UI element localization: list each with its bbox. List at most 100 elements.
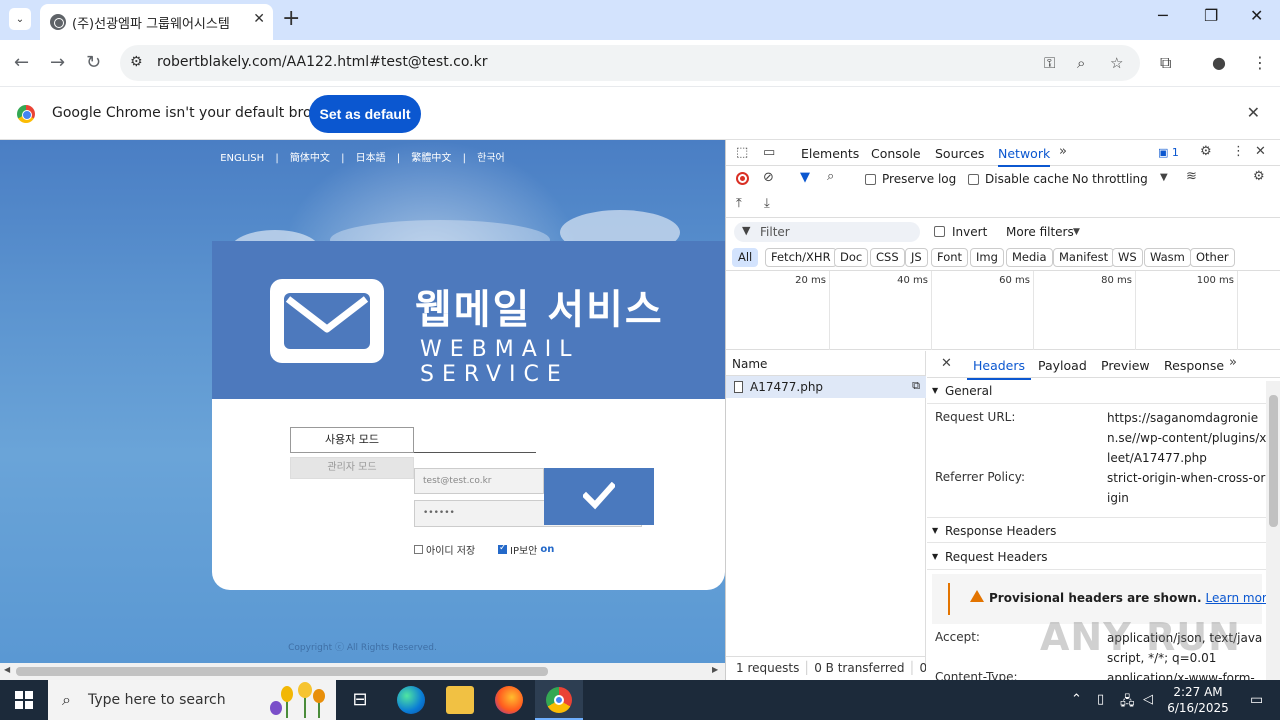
devtools-close-icon[interactable]: ✕ — [1255, 144, 1266, 159]
tray-overflow-icon[interactable]: ⌃ — [1071, 692, 1082, 707]
throttling-select[interactable]: No throttling — [1072, 172, 1148, 186]
filter-css[interactable]: CSS — [870, 248, 905, 267]
tab-response[interactable]: Response — [1164, 358, 1224, 373]
details-scrollbar[interactable] — [1266, 381, 1280, 680]
export-har-icon[interactable]: ⤓ — [764, 196, 770, 211]
tab-console[interactable]: Console — [871, 146, 921, 161]
tab-close-icon[interactable]: ✕ — [253, 11, 265, 27]
task-view-icon[interactable]: ⊟ — [346, 686, 374, 714]
request-name[interactable]: A17477.php — [750, 380, 823, 394]
bookmark-star-icon[interactable]: ☆ — [1110, 54, 1123, 72]
checkbox-unchecked[interactable] — [414, 545, 423, 554]
devtools-menu-icon[interactable]: ⋮ — [1232, 144, 1245, 159]
windows-start-icon[interactable] — [15, 691, 33, 709]
menu-kebab-icon[interactable]: ⋮ — [1252, 53, 1268, 72]
taskbar-search[interactable]: ⌕ Type here to search — [48, 680, 336, 720]
learn-more-link[interactable]: Learn more — [1206, 591, 1274, 605]
network-icon[interactable]: 🖧 — [1120, 692, 1135, 714]
details-scrollbar-thumb[interactable] — [1269, 395, 1278, 527]
network-timeline[interactable]: 20 ms 40 ms 60 ms 80 ms 100 ms — [726, 271, 1280, 350]
admin-mode-tab[interactable]: 관리자 모드 — [290, 457, 414, 479]
preserve-log-checkbox[interactable] — [865, 174, 876, 185]
throttling-dropdown-icon[interactable]: ▼ — [1160, 172, 1168, 183]
chrome-taskbar-button[interactable] — [535, 680, 583, 720]
filter-all[interactable]: All — [732, 248, 759, 267]
tab-headers[interactable]: Headers — [966, 358, 1032, 380]
horizontal-scrollbar[interactable]: ◀ ▶ — [0, 663, 725, 680]
inspect-element-icon[interactable]: ⬚ — [736, 145, 748, 160]
password-key-icon[interactable]: ⚿ — [1044, 54, 1055, 72]
network-settings-icon[interactable]: ⚙ — [1253, 169, 1265, 184]
filter-funnel-icon[interactable]: ▼ — [800, 170, 810, 185]
filter-input[interactable]: Filter — [734, 222, 920, 242]
zoom-icon[interactable]: ⌕ — [1077, 54, 1085, 72]
infobar-close-icon[interactable]: ✕ — [1247, 103, 1260, 122]
lang-traditional-chinese[interactable]: 繁體中文 — [411, 153, 451, 164]
record-stop-icon[interactable] — [736, 172, 749, 185]
tray-device-icon[interactable]: ▯ — [1097, 692, 1104, 707]
edge-browser-icon[interactable] — [397, 686, 425, 714]
lang-korean[interactable]: 한국어 — [477, 153, 505, 164]
firefox-icon[interactable] — [495, 686, 523, 714]
reload-button[interactable]: ↻ — [86, 52, 101, 73]
section-general[interactable]: General — [927, 378, 1267, 404]
browser-tab[interactable]: (주)선광엠파 그룹웨어시스템 ✕ — [40, 4, 273, 40]
filter-other[interactable]: Other — [1190, 248, 1235, 267]
ip-security-checkbox[interactable]: IP보안 on — [498, 542, 554, 557]
filter-media[interactable]: Media — [1006, 248, 1053, 267]
more-filters-dropdown-icon[interactable]: ▼ — [1073, 227, 1080, 237]
new-tab-button[interactable]: + — [282, 8, 300, 30]
search-icon[interactable]: ⌕ — [827, 169, 834, 184]
save-id-checkbox[interactable]: 아이디 저장 — [414, 542, 475, 557]
scrollbar-thumb[interactable] — [16, 667, 548, 676]
login-submit-button[interactable] — [544, 468, 654, 525]
filter-wasm[interactable]: Wasm — [1144, 248, 1191, 267]
filter-manifest[interactable]: Manifest — [1053, 248, 1115, 267]
site-info-icon[interactable]: ⚙ — [130, 54, 148, 72]
volume-icon[interactable]: ◁ — [1143, 692, 1153, 707]
tab-payload[interactable]: Payload — [1038, 358, 1087, 373]
tab-search-button[interactable]: ⌄ — [9, 8, 31, 30]
user-mode-tab[interactable]: 사용자 모드 — [290, 427, 414, 453]
clear-log-icon[interactable]: ⊘ — [763, 170, 774, 185]
close-window-button[interactable]: ✕ — [1250, 6, 1263, 25]
scroll-right-icon[interactable]: ▶ — [712, 665, 718, 674]
more-tabs-icon[interactable]: » — [1059, 144, 1067, 159]
issues-badge[interactable]: ▣ 1 — [1158, 146, 1179, 159]
notifications-icon[interactable]: ▭ — [1250, 692, 1263, 708]
restore-button[interactable]: ❐ — [1204, 6, 1218, 25]
url-text[interactable]: robertblakely.com/AA122.html#test@test.c… — [157, 54, 487, 70]
import-har-icon[interactable]: ⤒ — [736, 196, 742, 211]
network-conditions-icon[interactable]: ≋ — [1186, 169, 1197, 184]
filter-font[interactable]: Font — [931, 248, 969, 267]
tab-elements[interactable]: Elements — [801, 146, 859, 161]
file-explorer-icon[interactable] — [446, 686, 474, 714]
lang-english[interactable]: ENGLISH — [220, 153, 264, 164]
lang-japanese[interactable]: 日本語 — [356, 153, 386, 164]
taskbar-clock[interactable]: 2:27 AM 6/16/2025 — [1163, 684, 1233, 716]
more-detail-tabs-icon[interactable]: » — [1229, 355, 1237, 370]
filter-img[interactable]: Img — [970, 248, 1004, 267]
filter-doc[interactable]: Doc — [834, 248, 869, 267]
device-toolbar-icon[interactable]: ▭ — [763, 145, 775, 160]
filter-fetch-xhr[interactable]: Fetch/XHR — [765, 248, 837, 267]
invert-checkbox[interactable] — [934, 226, 945, 237]
section-request-headers[interactable]: Request Headers — [927, 544, 1267, 570]
forward-button[interactable]: → — [50, 52, 65, 73]
disable-cache-checkbox[interactable] — [968, 174, 979, 185]
set-as-default-button[interactable]: Set as default — [309, 95, 421, 133]
filter-js[interactable]: JS — [905, 248, 928, 267]
tab-sources[interactable]: Sources — [935, 146, 984, 161]
settings-gear-icon[interactable]: ⚙ — [1200, 144, 1212, 159]
email-field[interactable]: test@test.co.kr — [414, 468, 544, 494]
tab-network[interactable]: Network — [998, 146, 1051, 167]
back-button[interactable]: ← — [14, 52, 29, 73]
tab-preview[interactable]: Preview — [1101, 358, 1150, 373]
request-row[interactable]: A17477.php ⧉ — [726, 376, 926, 398]
name-column-header[interactable]: Name — [726, 351, 926, 376]
filter-ws[interactable]: WS — [1112, 248, 1143, 267]
close-details-icon[interactable]: ✕ — [941, 356, 952, 371]
open-in-panel-icon[interactable]: ⧉ — [912, 379, 920, 393]
scroll-left-icon[interactable]: ◀ — [4, 665, 10, 674]
more-filters-button[interactable]: More filters — [1006, 225, 1074, 239]
